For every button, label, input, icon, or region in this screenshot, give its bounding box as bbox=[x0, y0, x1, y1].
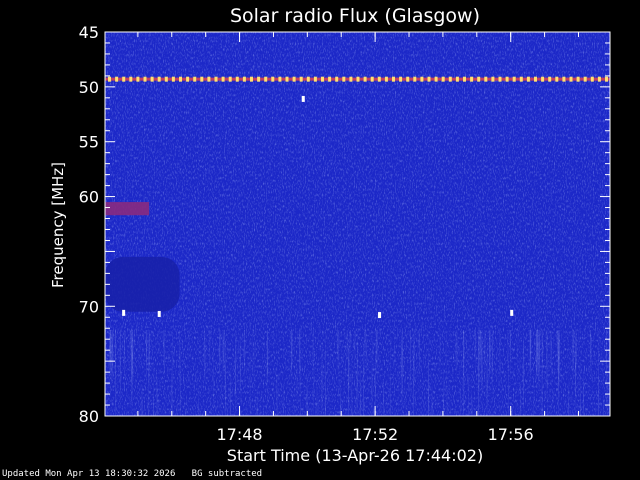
interference-spike bbox=[342, 76, 346, 82]
interference-spike bbox=[434, 76, 438, 82]
x-axis-label: Start Time (13-Apr-26 17:44:02) bbox=[227, 446, 483, 465]
interference-spike bbox=[399, 76, 403, 82]
interference-spike bbox=[264, 76, 268, 82]
chart-title: Solar radio Flux (Glasgow) bbox=[230, 5, 480, 27]
x-tick-label: 17:52 bbox=[352, 425, 398, 444]
interference-spike bbox=[122, 76, 126, 82]
dark-patch bbox=[105, 256, 180, 312]
interference-spike bbox=[512, 76, 516, 82]
interference-spike bbox=[299, 76, 303, 82]
bright-spot bbox=[510, 309, 514, 316]
interference-spike bbox=[313, 76, 317, 82]
interference-spike bbox=[214, 76, 218, 82]
bright-spot bbox=[157, 310, 161, 317]
interference-spike bbox=[541, 76, 545, 82]
interference-spike bbox=[392, 76, 395, 82]
y-tick-label: 80 bbox=[79, 407, 99, 426]
interference-spike bbox=[200, 76, 204, 82]
interference-spike bbox=[526, 76, 530, 82]
interference-spike bbox=[136, 76, 140, 82]
spectrogram-chart: Solar radio Flux (Glasgow) 455055607080 … bbox=[49, 5, 611, 465]
vertical-streaks bbox=[105, 330, 610, 416]
bg-subtracted-note: BG subtracted bbox=[191, 469, 263, 479]
interference-spike bbox=[257, 76, 261, 82]
interference-spike bbox=[498, 76, 502, 82]
bright-spot bbox=[122, 309, 126, 316]
interference-spike bbox=[505, 76, 509, 82]
interference-spike bbox=[157, 76, 161, 82]
interference-spike bbox=[491, 76, 495, 82]
interference-spike bbox=[306, 76, 310, 82]
y-tick-label: 50 bbox=[79, 78, 99, 97]
x-tick-label: 17:56 bbox=[488, 425, 534, 444]
interference-spike bbox=[278, 76, 282, 82]
interference-spike bbox=[363, 76, 367, 82]
interference-spike bbox=[597, 76, 601, 82]
interference-spike bbox=[171, 76, 175, 82]
interference-spike bbox=[590, 76, 594, 82]
interference-spike bbox=[150, 76, 154, 82]
interference-spike bbox=[164, 76, 168, 82]
interference-spike bbox=[250, 76, 253, 82]
updated-timestamp: Updated Mon Apr 13 18:30:32 2026 bbox=[2, 469, 176, 479]
interference-spike bbox=[207, 76, 211, 82]
y-tick-label: 60 bbox=[79, 188, 99, 207]
interference-spike bbox=[349, 76, 353, 82]
interference-spike bbox=[356, 76, 360, 82]
interference-spike bbox=[335, 76, 339, 82]
y-tick-label: 70 bbox=[79, 297, 99, 316]
interference-spike bbox=[193, 76, 197, 82]
y-tick-label: 55 bbox=[79, 133, 99, 152]
interference-spike bbox=[576, 76, 580, 82]
interference-spike bbox=[441, 76, 445, 82]
interference-spike bbox=[115, 76, 119, 82]
bright-spot bbox=[301, 95, 305, 102]
y-axis-label: Frequency [MHz] bbox=[49, 162, 67, 288]
footer: Updated Mon Apr 13 18:30:32 2026 BG subt… bbox=[2, 469, 262, 479]
interference-spike bbox=[228, 76, 232, 82]
plot-area bbox=[105, 32, 610, 416]
interference-spike bbox=[427, 76, 431, 82]
interference-spike bbox=[186, 76, 190, 82]
interference-spike bbox=[235, 76, 239, 82]
interference-spike bbox=[143, 76, 147, 82]
interference-spike bbox=[384, 76, 388, 82]
interference-spike bbox=[484, 76, 488, 82]
interference-spike bbox=[271, 76, 275, 82]
interference-spike bbox=[377, 76, 381, 82]
interference-spike bbox=[370, 76, 374, 82]
bright-spot bbox=[378, 312, 382, 319]
interference-spike bbox=[413, 76, 417, 82]
interference-spike bbox=[470, 76, 474, 82]
interference-spike bbox=[108, 76, 111, 82]
interference-spike bbox=[179, 76, 182, 82]
interference-spike bbox=[477, 76, 481, 82]
interference-spike bbox=[605, 76, 608, 82]
interference-spike bbox=[562, 76, 566, 82]
interference-spike bbox=[583, 76, 587, 82]
interference-spike bbox=[285, 76, 289, 82]
interference-spike bbox=[321, 76, 324, 82]
interference-spike bbox=[448, 76, 452, 82]
burst-patch bbox=[105, 202, 150, 216]
interference-spike bbox=[406, 76, 410, 82]
interference-spike bbox=[569, 76, 573, 82]
interference-spike bbox=[455, 76, 459, 82]
interference-spike bbox=[555, 76, 559, 82]
interference-spike bbox=[548, 76, 552, 82]
y-tick-label: 45 bbox=[79, 23, 99, 42]
interference-spike bbox=[519, 76, 523, 82]
interference-spike bbox=[242, 76, 246, 82]
interference-spike bbox=[221, 76, 225, 82]
interference-spike bbox=[292, 76, 296, 82]
interference-spike bbox=[328, 76, 332, 82]
interference-spike bbox=[420, 76, 424, 82]
x-tick-label: 17:48 bbox=[216, 425, 262, 444]
interference-spike bbox=[534, 76, 537, 82]
interference-spike bbox=[129, 76, 133, 82]
interference-spike bbox=[463, 76, 466, 82]
